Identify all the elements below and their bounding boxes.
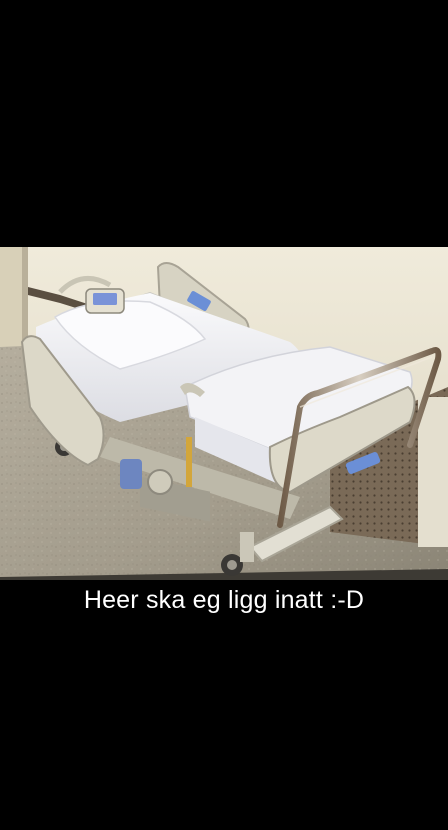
caption-text: Heer ska eg ligg inatt :-D	[83, 586, 365, 614]
control-pendant	[85, 288, 125, 314]
hospital-bed-photo	[0, 247, 448, 580]
